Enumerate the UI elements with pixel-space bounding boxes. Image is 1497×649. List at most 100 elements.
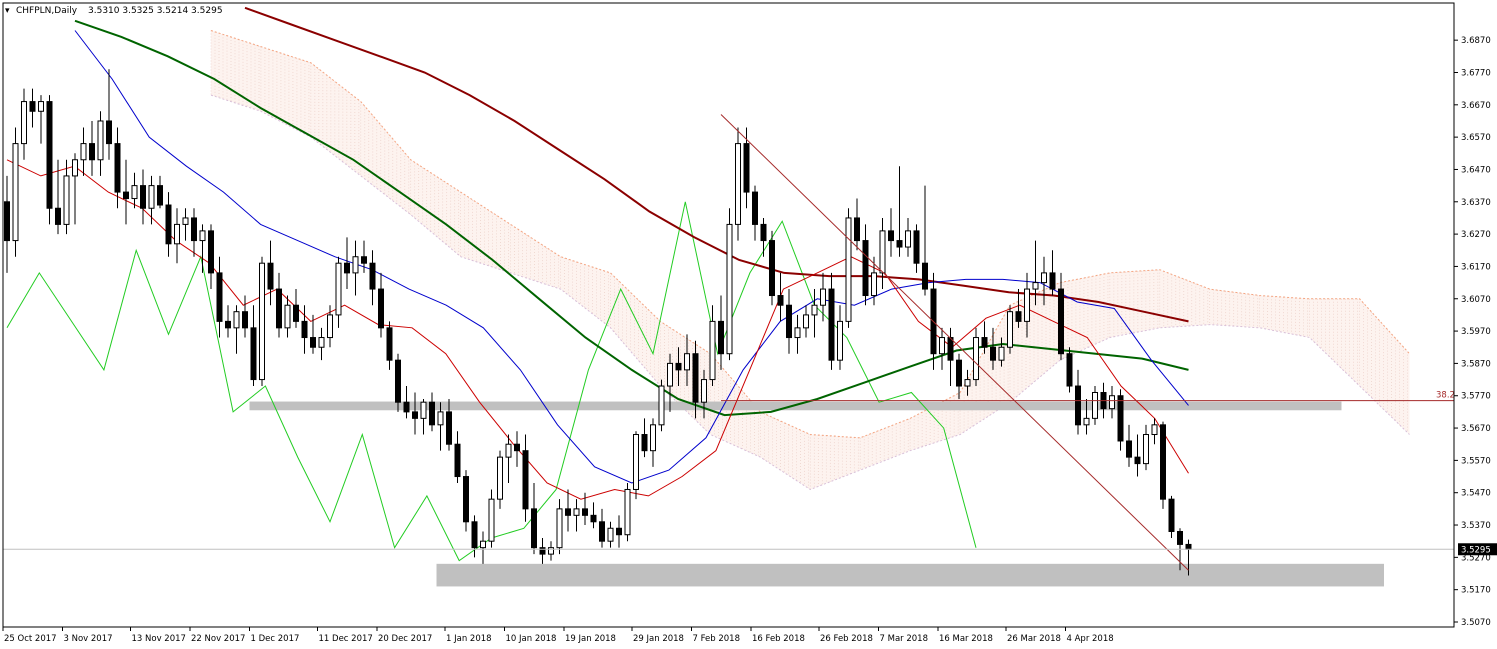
candle-bull bbox=[488, 498, 495, 542]
candle-bear bbox=[828, 288, 835, 361]
candle-bull bbox=[437, 411, 444, 426]
candle-bear bbox=[412, 411, 418, 419]
y-tick-label: 3.5470 bbox=[1461, 489, 1491, 499]
candle-bull bbox=[735, 143, 741, 225]
chart-title: ▾ CHFPLN,Daily 3.5310 3.5325 3.5214 3.52… bbox=[5, 6, 223, 16]
y-tick-label: 3.6470 bbox=[1461, 165, 1491, 175]
candle-bear bbox=[1177, 530, 1183, 545]
candle-bear bbox=[582, 508, 588, 516]
candle-bear bbox=[157, 185, 163, 206]
candle-bull bbox=[879, 230, 886, 274]
candle-bear bbox=[165, 204, 172, 245]
candle-bear bbox=[616, 527, 622, 536]
candle-bear bbox=[896, 240, 903, 248]
candle-bull bbox=[480, 540, 486, 549]
candle-bear bbox=[301, 320, 308, 339]
y-tick-label: 3.6170 bbox=[1461, 262, 1491, 272]
y-tick-label: 3.5670 bbox=[1461, 424, 1491, 434]
candle-bull bbox=[505, 443, 512, 458]
candle-bear bbox=[106, 120, 112, 145]
y-tick-label: 3.5570 bbox=[1461, 456, 1491, 466]
support-zone bbox=[436, 563, 1384, 587]
candle-bull bbox=[624, 488, 631, 536]
y-tick-label: 3.6670 bbox=[1461, 101, 1491, 111]
candle-bull bbox=[182, 217, 189, 225]
candle-bull bbox=[573, 508, 580, 516]
candle-bear bbox=[1185, 543, 1192, 550]
y-tick-label: 3.5170 bbox=[1461, 586, 1491, 596]
candle-bull bbox=[97, 120, 104, 161]
candle-bear bbox=[1049, 272, 1056, 290]
candle-bear bbox=[208, 230, 214, 274]
x-tick-label: 25 Oct 2017 bbox=[4, 634, 57, 644]
x-tick-label: 7 Feb 2018 bbox=[693, 634, 741, 644]
candle-bull bbox=[667, 362, 673, 387]
candle-bull bbox=[701, 379, 707, 403]
candle-bull bbox=[650, 424, 656, 452]
dropdown-icon[interactable]: ▾ bbox=[5, 6, 10, 16]
candle-bull bbox=[72, 159, 78, 177]
candle-bear bbox=[531, 508, 537, 549]
candle-bear bbox=[191, 217, 197, 242]
candle-bear bbox=[395, 359, 401, 403]
candle-bear bbox=[769, 240, 775, 297]
chart-window[interactable]: 38.2 3.6870 3.6770 3.6670 3.6570 3.6470 3.637… bbox=[0, 0, 1497, 649]
x-tick-label: 19 Jan 2018 bbox=[565, 634, 616, 644]
candle-bear bbox=[675, 362, 682, 371]
candle-bull bbox=[811, 304, 818, 316]
candle-bear bbox=[429, 401, 435, 426]
candle-bear bbox=[590, 514, 597, 523]
candle-bull bbox=[327, 314, 333, 339]
candle-bear bbox=[403, 401, 410, 413]
candle-bear bbox=[1168, 498, 1175, 532]
candle-bear bbox=[1058, 288, 1064, 355]
candle-bull bbox=[259, 262, 265, 381]
y-tick-label: 3.6070 bbox=[1461, 295, 1491, 305]
price-chart[interactable]: 38.2 3.6870 3.6770 3.6670 3.6570 3.6470 3.637… bbox=[0, 0, 1497, 649]
fib-level-label: 38.2 bbox=[1436, 391, 1455, 401]
candle-bear bbox=[522, 450, 529, 510]
candle-bull bbox=[658, 385, 665, 426]
last-price-label: 3.5295 bbox=[1461, 545, 1491, 555]
candle-bull bbox=[1007, 311, 1013, 348]
x-tick-label: 1 Dec 2017 bbox=[251, 634, 300, 644]
candle-bear bbox=[854, 217, 860, 242]
candle-bull bbox=[1083, 417, 1090, 426]
y-tick-label: 3.5070 bbox=[1461, 618, 1491, 628]
candle-bull bbox=[352, 256, 359, 274]
candle-bear bbox=[471, 521, 478, 549]
candle-bear bbox=[1075, 385, 1081, 426]
candle-bear bbox=[276, 288, 282, 329]
candle-bull bbox=[803, 314, 809, 329]
candle-bear bbox=[752, 191, 758, 225]
candle-bear bbox=[718, 320, 724, 355]
candle-bear bbox=[46, 101, 53, 209]
candle-bear bbox=[641, 434, 648, 452]
candle-bear bbox=[293, 304, 299, 322]
y-tick-label: 3.5870 bbox=[1461, 359, 1491, 369]
candle-bear bbox=[4, 201, 10, 242]
candle-bull bbox=[794, 327, 801, 339]
x-tick-label: 11 Dec 2017 bbox=[319, 634, 373, 644]
candle-bull bbox=[318, 337, 325, 348]
x-tick-label: 20 Dec 2017 bbox=[378, 634, 432, 644]
candle-bull bbox=[684, 353, 690, 371]
candle-bear bbox=[361, 256, 367, 264]
candle-bear bbox=[267, 262, 274, 290]
candle-bull bbox=[497, 456, 503, 500]
candle-bull bbox=[131, 185, 138, 200]
candle-bull bbox=[1151, 424, 1158, 436]
candle-bull bbox=[820, 288, 826, 306]
y-tick-label: 3.5370 bbox=[1461, 521, 1491, 531]
y-tick-label: 3.5970 bbox=[1461, 327, 1491, 337]
candle-bear bbox=[760, 223, 767, 242]
y-tick-label: 3.6370 bbox=[1461, 198, 1491, 208]
candle-bull bbox=[556, 508, 563, 549]
candle-bear bbox=[242, 311, 248, 329]
candle-bull bbox=[199, 230, 206, 242]
candle-bear bbox=[1117, 395, 1124, 442]
ohlc-label: 3.5310 3.5325 3.5214 3.5295 bbox=[88, 6, 223, 16]
candle-bull bbox=[548, 547, 554, 555]
candle-bear bbox=[692, 353, 699, 403]
candle-bull bbox=[21, 101, 27, 145]
